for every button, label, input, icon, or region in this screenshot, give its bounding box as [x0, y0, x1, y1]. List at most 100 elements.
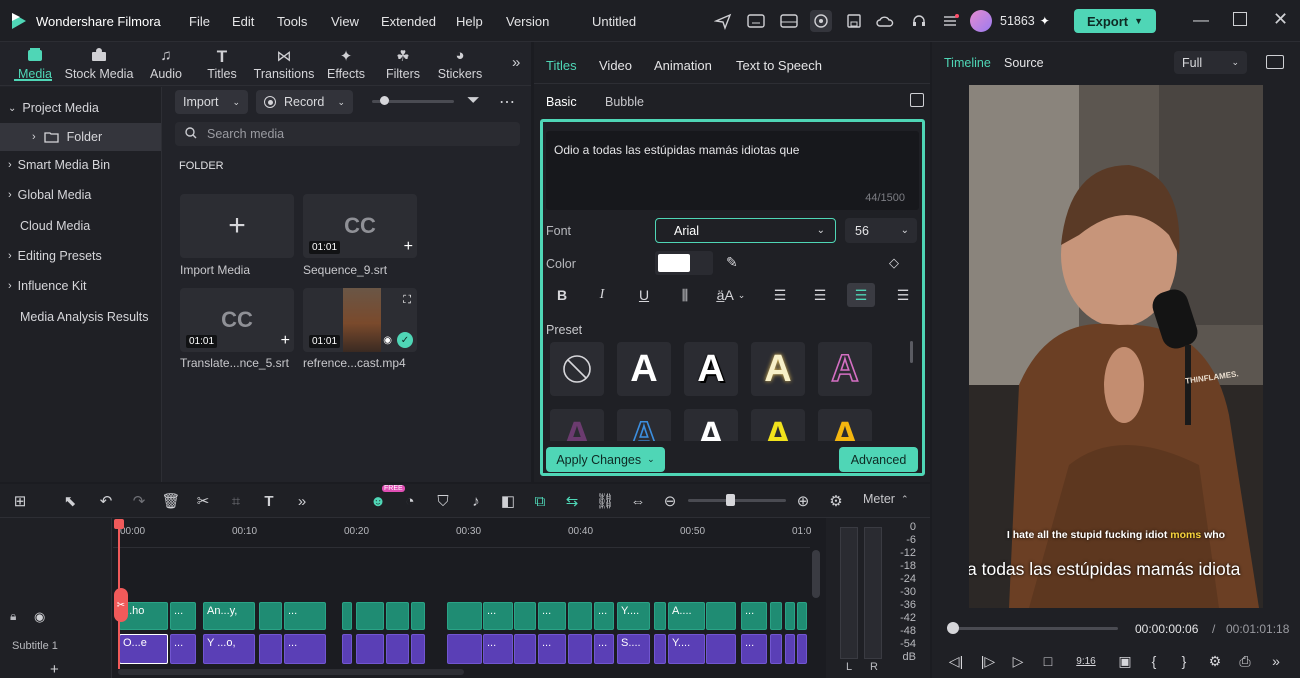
export-button[interactable]: Export ▼	[1074, 9, 1156, 33]
subtitle-clip[interactable]: ...	[538, 634, 566, 664]
media-item-sequence[interactable]: CC 01:01 +	[303, 194, 417, 258]
tab-stickers[interactable]: ◕ Stickers	[425, 47, 495, 81]
title-clip[interactable]	[356, 602, 384, 630]
text-case-button[interactable]: ä̲A ⌄	[710, 283, 752, 307]
timeline-settings-icon[interactable]: ⚙	[825, 490, 847, 512]
menu-version[interactable]: Version	[506, 14, 549, 29]
split-scissors-icon[interactable]: ✂	[192, 490, 214, 512]
editor-tab-text-to-speech[interactable]: Text to Speech	[736, 58, 822, 73]
sidebar-item-media-analysis-results[interactable]: Media Analysis Results	[0, 303, 160, 331]
search-bar[interactable]: Search media	[175, 122, 520, 146]
import-media-card[interactable]: +	[180, 194, 294, 258]
title-clip[interactable]: Y....	[617, 602, 650, 630]
subtitle-clip[interactable]: ...	[284, 634, 326, 664]
more-tabs-icon[interactable]: »	[512, 54, 520, 71]
save-icon[interactable]	[844, 11, 864, 31]
preset-white-shadow[interactable]: A	[684, 342, 738, 396]
layout-icon[interactable]	[779, 11, 799, 31]
menu-view[interactable]: View	[331, 14, 359, 29]
subtitle-clip[interactable]	[654, 634, 666, 664]
bold-button[interactable]: B	[548, 283, 576, 307]
mask-shield-icon[interactable]: ⛉	[432, 490, 454, 512]
tab-stock-media[interactable]: Stock Media	[63, 47, 135, 81]
title-clip[interactable]: ...	[170, 602, 196, 630]
preview-tab-timeline[interactable]: Timeline	[944, 56, 991, 70]
sidebar-item-smart-media-bin[interactable]: › Smart Media Bin	[0, 151, 160, 179]
expand-icon[interactable]: ⛶	[403, 294, 411, 307]
audio-icon[interactable]: ♪	[465, 490, 487, 512]
subtab-basic[interactable]: Basic	[546, 95, 577, 109]
title-clip[interactable]	[797, 602, 807, 630]
title-clip[interactable]	[386, 602, 409, 630]
subtab-bubble[interactable]: Bubble	[605, 95, 644, 109]
redo-icon[interactable]: ↷	[128, 490, 150, 512]
lock-track-icon[interactable]: 🔒︎	[10, 609, 16, 624]
tab-media[interactable]: Media	[0, 47, 70, 81]
search-input[interactable]: Search media	[207, 127, 284, 141]
title-clip[interactable]: ...	[538, 602, 566, 630]
add-to-timeline-icon[interactable]: +	[281, 332, 290, 350]
maximize-icon[interactable]	[1233, 12, 1247, 26]
subtitle-clip[interactable]	[447, 634, 482, 664]
align-center-icon[interactable]: ☰	[847, 283, 875, 307]
title-clip[interactable]	[706, 602, 736, 630]
advanced-button[interactable]: Advanced	[839, 447, 918, 472]
menu-file[interactable]: File	[189, 14, 210, 29]
subtitle-clip[interactable]	[770, 634, 782, 664]
timeline-zoom-slider[interactable]	[688, 494, 786, 506]
subtitle-clip[interactable]	[386, 634, 409, 664]
menu-help[interactable]: Help	[456, 14, 483, 29]
text-tool-icon[interactable]: T	[258, 490, 280, 512]
render-settings-icon[interactable]: ⚙	[1204, 652, 1226, 670]
compare-icon[interactable]: ◧	[497, 490, 519, 512]
add-track-icon[interactable]: +	[50, 661, 59, 678]
camera-icon[interactable]: ⎙	[1234, 652, 1256, 670]
subtitle-clip[interactable]	[411, 634, 425, 664]
subtitle-clip[interactable]: ...	[594, 634, 614, 664]
subtitle-clip[interactable]: O...e	[119, 634, 168, 664]
title-clip[interactable]	[654, 602, 666, 630]
media-item-video[interactable]: 01:01 ⛶ ◉ ✓	[303, 288, 417, 352]
subtitle-clip[interactable]: ...	[483, 634, 513, 664]
mark-in-icon[interactable]: {	[1143, 652, 1165, 670]
text-spacing-icon[interactable]: ⫼	[671, 283, 699, 307]
subtitle-clip[interactable]: S....	[617, 634, 650, 664]
select-tool-icon[interactable]: ⬉	[59, 490, 81, 512]
color-swatch[interactable]	[658, 254, 690, 272]
title-clip[interactable]	[259, 602, 282, 630]
scrubber-handle[interactable]	[947, 622, 959, 634]
snap-icon[interactable]: ⧉	[529, 490, 551, 512]
mark-out-icon[interactable]: }	[1173, 652, 1195, 670]
auto-ripple-icon[interactable]: ⇆	[561, 490, 583, 512]
fit-timeline-icon[interactable]: ⇔	[627, 490, 649, 512]
preset-scrollbar[interactable]	[910, 341, 913, 363]
sidebar-item-project-media[interactable]: ⌄ Project Media	[0, 94, 160, 122]
record-dropdown[interactable]: Record ⌄	[256, 90, 353, 114]
title-clip[interactable]: An...y,	[203, 602, 255, 630]
sidebar-item-global-media[interactable]: › Global Media	[0, 181, 160, 209]
cloud-upload-icon[interactable]	[875, 11, 895, 31]
preset-white[interactable]: A	[617, 342, 671, 396]
preset-gold-glow[interactable]: A	[751, 342, 805, 396]
sidebar-item-folder[interactable]: › Folder	[0, 123, 161, 151]
timeline-horizontal-scrollbar[interactable]	[118, 669, 464, 675]
subtitle-clip[interactable]: Y....	[668, 634, 705, 664]
title-clip[interactable]	[770, 602, 782, 630]
zoom-out-icon[interactable]: ⊖	[659, 490, 681, 512]
media-item-translate[interactable]: CC 01:01 +	[180, 288, 294, 352]
title-text-value[interactable]: Odio a todas las estúpidas mamás idiotas…	[554, 143, 799, 157]
font-select[interactable]: Arial ⌄	[655, 218, 836, 243]
zoom-in-icon[interactable]: ⊕	[792, 490, 814, 512]
preset-pink-outline[interactable]: A	[818, 342, 872, 396]
split-marker-icon[interactable]: ✂	[114, 588, 128, 622]
preview-tab-source[interactable]: Source	[1004, 56, 1044, 70]
title-clip[interactable]: A....	[668, 602, 705, 630]
stop-icon[interactable]: □	[1037, 652, 1059, 670]
headset-support-icon[interactable]	[909, 11, 929, 31]
title-clip[interactable]	[514, 602, 536, 630]
zoom-slider-handle[interactable]	[726, 494, 735, 506]
menu-edit[interactable]: Edit	[232, 14, 254, 29]
font-size-select[interactable]: 56 ⌄	[845, 218, 917, 243]
link-icon[interactable]: ⛓	[594, 490, 616, 512]
grid-layout-icon[interactable]: ⊞	[9, 490, 31, 512]
